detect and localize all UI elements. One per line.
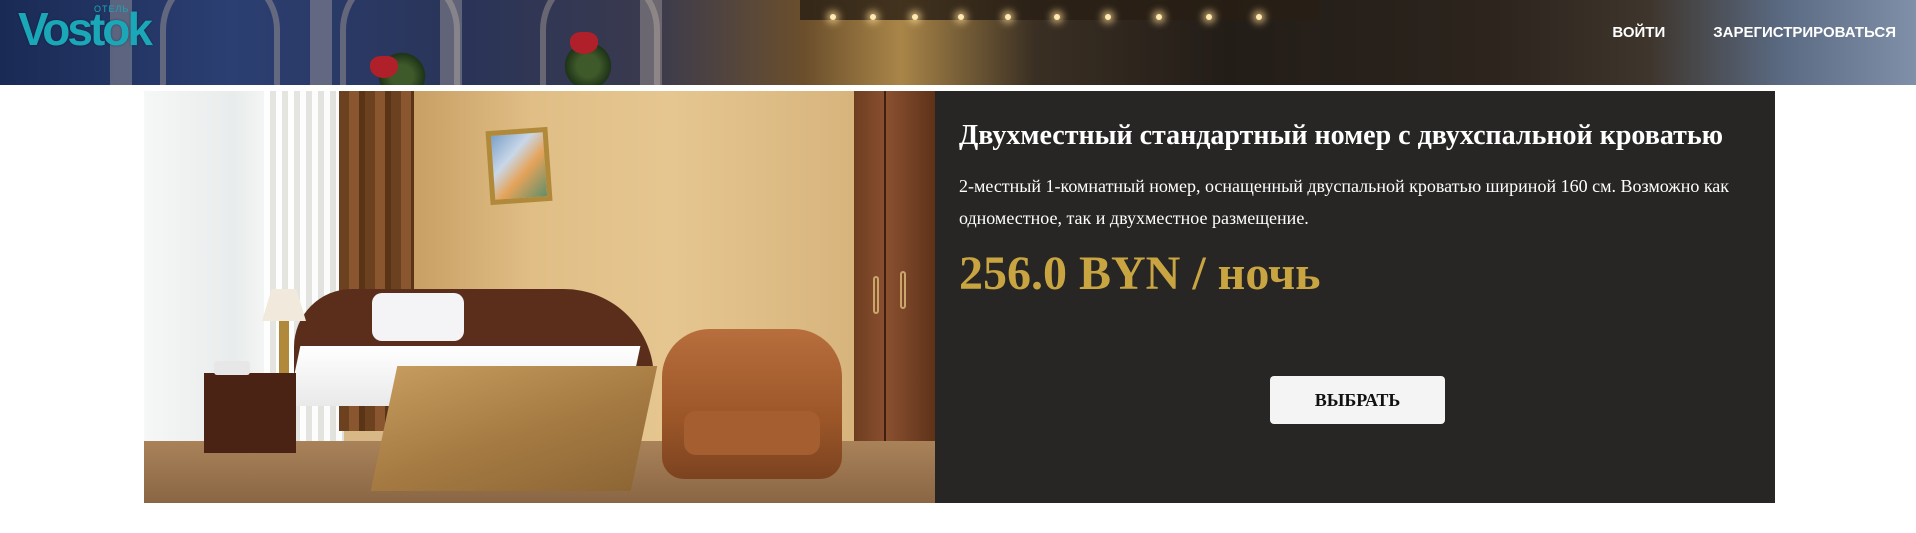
bow-decoration — [570, 32, 598, 54]
room-card: Двухместный стандартный номер с двухспал… — [144, 91, 1775, 503]
photo-bedspread — [370, 366, 658, 491]
photo-telephone — [214, 361, 250, 375]
ceiling-light — [1054, 14, 1060, 20]
room-price: 256.0 BYN / ночь — [959, 247, 1321, 300]
ceiling-light — [1156, 14, 1162, 20]
arch — [160, 0, 280, 85]
ceiling-light — [830, 14, 836, 20]
photo-lamp-base — [279, 319, 289, 373]
logo-subtext: ОТЕЛЬ — [94, 4, 130, 14]
ceiling-light — [1206, 14, 1212, 20]
bow-decoration — [370, 56, 398, 78]
photo-pillow — [372, 293, 464, 341]
photo-painting — [485, 126, 553, 206]
photo-wardrobe-handle — [900, 271, 906, 309]
room-photo — [144, 91, 935, 503]
photo-wardrobe-handle — [873, 276, 879, 314]
logo-text: Vostok — [18, 3, 153, 55]
pillar — [440, 0, 462, 85]
login-link[interactable]: ВОЙТИ — [1612, 22, 1665, 44]
ceiling-beam — [800, 0, 1320, 20]
choose-room-button[interactable]: ВЫБРАТЬ — [1270, 376, 1445, 424]
ceiling-light — [870, 14, 876, 20]
room-description: 2-местный 1-комнатный номер, оснащенный … — [959, 176, 1730, 228]
pillar — [310, 0, 332, 85]
hotel-logo[interactable]: ОТЕЛЬ Vostok — [18, 3, 153, 55]
photo-armchair — [662, 329, 842, 479]
ceiling-light — [1105, 14, 1111, 20]
header-banner: ОТЕЛЬ Vostok ВОЙТИ ЗАРЕГИСТРИРОВАТЬСЯ — [0, 0, 1916, 85]
pillar — [640, 0, 662, 85]
photo-armchair-seat — [684, 411, 820, 455]
ceiling-light — [1005, 14, 1011, 20]
register-link[interactable]: ЗАРЕГИСТРИРОВАТЬСЯ — [1713, 22, 1896, 44]
ceiling-light — [1256, 14, 1262, 20]
room-title: Двухместный стандартный номер с двухспал… — [959, 120, 1724, 151]
ceiling-light — [912, 14, 918, 20]
top-nav: ВОЙТИ ЗАРЕГИСТРИРОВАТЬСЯ — [1612, 22, 1896, 44]
ceiling-light — [958, 14, 964, 20]
photo-nightstand — [204, 373, 296, 453]
room-info-panel: Двухместный стандартный номер с двухспал… — [935, 91, 1775, 503]
